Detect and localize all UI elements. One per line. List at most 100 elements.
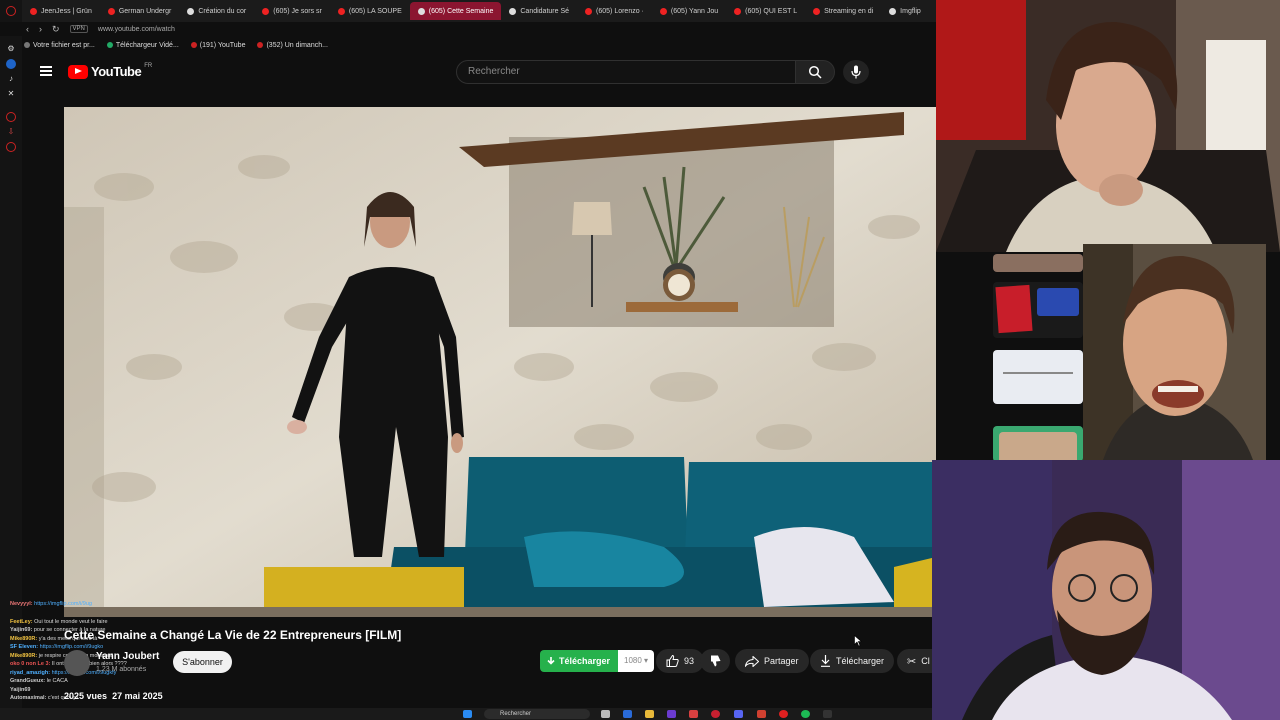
bookmark[interactable]: (191) YouTube [190,42,245,49]
youtube-logo[interactable]: YouTube FR [68,62,153,79]
webcam-streamer-top [936,0,1280,252]
youtube-icon [734,7,742,15]
suggested-video-thumbnail[interactable] [993,426,1083,462]
voice-search-button[interactable] [843,60,869,84]
folder-icon[interactable] [645,710,654,718]
browser-tab[interactable]: (605) QUI EST L [726,2,805,20]
bookmark[interactable]: Votre fichier est pr... [24,42,95,49]
browser-tab[interactable]: (605) Je sors sr [254,2,330,20]
browser-tab-active[interactable]: (605) Cette Semaine [409,2,502,20]
tab-bar: JeenJess | Grün German Undergr Création … [22,0,936,22]
browser-tab[interactable]: (605) Lorenzo · [577,2,652,20]
chat-text: Oui tout le monde veut le faire [34,618,108,625]
thumbnail-logo [1037,288,1079,316]
tab-label: German Undergr [118,7,172,15]
browser-tab[interactable]: Candidature Sé [501,2,577,20]
spotify-icon[interactable] [801,710,810,718]
suggested-video-thumbnail[interactable] [993,282,1083,338]
record-icon[interactable] [779,710,788,718]
youtube-icon [585,7,593,15]
like-count: 93 [684,656,695,666]
youtube-icon [262,7,270,15]
app-icon[interactable] [757,710,766,718]
webcam-guest-middle [1083,244,1266,460]
tiktok-icon[interactable]: ♪ [6,74,16,84]
scissors-icon: ✂ [907,655,917,668]
search-input[interactable]: Rechercher [456,60,796,84]
windows-taskbar: Rechercher [0,708,936,720]
channel-avatar[interactable] [64,650,90,676]
taskbar-search[interactable]: Rechercher [484,709,590,719]
premiere-icon[interactable] [667,710,676,718]
suggested-video-thumbnail[interactable] [993,350,1083,404]
paint-icon[interactable] [689,710,698,718]
download-icon [106,42,113,48]
task-view-icon[interactable] [601,710,610,718]
clip-button[interactable]: ✂ Cl [897,649,936,673]
chat-message: FeetLey: Oui tout le monde veut le faire [10,618,160,627]
youtube-icon [107,7,115,15]
browser-sidebar: ⌂ ⚙ ♪ ✕ ⇩ [0,0,22,720]
like-button[interactable]: 93 [656,649,705,673]
clock-icon[interactable] [6,142,16,152]
video-player[interactable] [64,107,936,617]
history-icon[interactable] [6,112,16,122]
bookmark[interactable]: Téléchargeur Vidé... [106,41,179,49]
region-label: FR [144,62,153,69]
bookmarks-bar: Votre fichier est pr... Téléchargeur Vid… [0,37,936,53]
hamburger-menu-icon[interactable] [40,66,52,76]
channel-name[interactable]: Yann Joubert [96,651,159,662]
share-label: Partager [764,656,799,666]
bookmark-label: Téléchargeur Vidé... [115,41,179,49]
discord-icon[interactable] [734,710,743,718]
download-green-label: Télécharger [559,656,611,666]
microphone-icon [851,65,861,79]
opera-icon[interactable] [6,6,16,16]
youtube-icon [190,42,197,48]
share-button[interactable]: Partager [735,649,809,673]
browser-tab[interactable]: (605) Yann Jou [652,2,726,20]
browser-tab[interactable]: German Undergr [100,2,180,20]
back-icon[interactable]: ‹ [26,24,29,34]
thumbnail-chart-line [1003,372,1073,374]
webcam-feed [936,0,1280,252]
logo-text: YouTube [91,64,142,79]
address-bar: ‹ › ↻ VPN www.youtube.com/watch [0,22,936,36]
browser-tab[interactable]: Imgflip [881,2,929,20]
tab-label: Candidature Sé [520,7,570,15]
download-green-button[interactable]: Télécharger [540,650,619,672]
windows-start-icon[interactable] [463,710,472,718]
x-icon[interactable]: ✕ [6,89,16,99]
tab-label: (605) LA SOUPE [348,7,402,15]
browser-tab[interactable]: Création du cor [179,2,254,20]
terminal-icon[interactable] [823,710,832,718]
photoshop-icon[interactable] [623,710,632,718]
reload-icon[interactable]: ↻ [52,24,60,35]
tab-label: (605) Je sors sr [273,7,322,15]
download-extension-button[interactable]: Télécharger 1080 ▾ [540,650,655,672]
search-button[interactable] [795,60,835,84]
opera-taskbar-icon[interactable] [711,710,720,718]
download-button[interactable]: Télécharger [810,649,895,673]
browser-tab[interactable]: (605) LA SOUPE [330,2,410,20]
suggested-video-thumbnail[interactable] [993,254,1083,272]
tab-label: JeenJess | Grün [41,7,92,15]
page-icon [187,7,195,15]
quality-select[interactable]: 1080 ▾ [618,650,655,672]
clip-label: Cl [921,656,930,666]
search-icon [808,65,822,79]
bookmark[interactable]: (352) Un dimanch... [257,42,328,49]
browser-tab[interactable]: JeenJess | Grün [22,2,100,20]
chat-text: le CACA [46,678,68,684]
youtube-icon [659,7,667,15]
download-icon[interactable]: ⇩ [6,127,16,137]
bookmark-label: Votre fichier est pr... [33,41,95,49]
vpn-badge[interactable]: VPN [69,25,88,33]
view-count-date: 2025 vues 27 mai 2025 [64,691,163,701]
messenger-icon[interactable] [6,59,16,69]
url-field[interactable]: www.youtube.com/watch [98,26,175,33]
forward-icon[interactable]: › [39,24,42,34]
dislike-button[interactable] [700,649,730,673]
subscribe-button[interactable]: S'abonner [173,651,232,673]
browser-tab[interactable]: Streaming en di [805,2,881,20]
